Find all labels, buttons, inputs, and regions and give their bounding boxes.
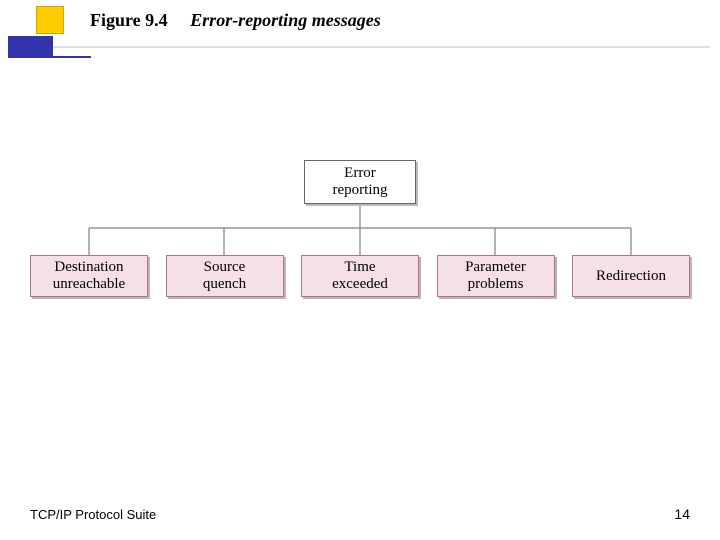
- tree-child-label: Timeexceeded: [332, 259, 388, 293]
- figure-label: Figure 9.4: [90, 10, 168, 30]
- tree-child-source-quench: Sourcequench: [166, 255, 284, 297]
- tree-child-destination-unreachable: Destinationunreachable: [30, 255, 148, 297]
- tree-child-label: Redirection: [596, 268, 666, 285]
- decor-blue-bar: [8, 36, 53, 58]
- page-number: 14: [674, 506, 690, 522]
- footer-source: TCP/IP Protocol Suite: [30, 507, 156, 522]
- tree-child-label: Parameterproblems: [465, 259, 526, 293]
- tree-diagram: Errorreporting Destinationunreachable So…: [0, 160, 720, 320]
- tree-child-redirection: Redirection: [572, 255, 690, 297]
- tree-child-parameter-problems: Parameterproblems: [437, 255, 555, 297]
- tree-child-label: Destinationunreachable: [53, 259, 125, 293]
- figure-caption: Error-reporting messages: [190, 10, 381, 30]
- tree-child-label: Sourcequench: [203, 259, 246, 293]
- decor-blue-line: [53, 56, 91, 58]
- decor-square: [36, 6, 64, 34]
- tree-root-label: Errorreporting: [333, 165, 388, 200]
- tree-child-time-exceeded: Timeexceeded: [301, 255, 419, 297]
- tree-root: Errorreporting: [304, 160, 416, 204]
- decor-grey-line: [53, 46, 710, 48]
- tree-children: Destinationunreachable Sourcequench Time…: [30, 255, 690, 297]
- figure-title: Figure 9.4 Error-reporting messages: [90, 10, 381, 31]
